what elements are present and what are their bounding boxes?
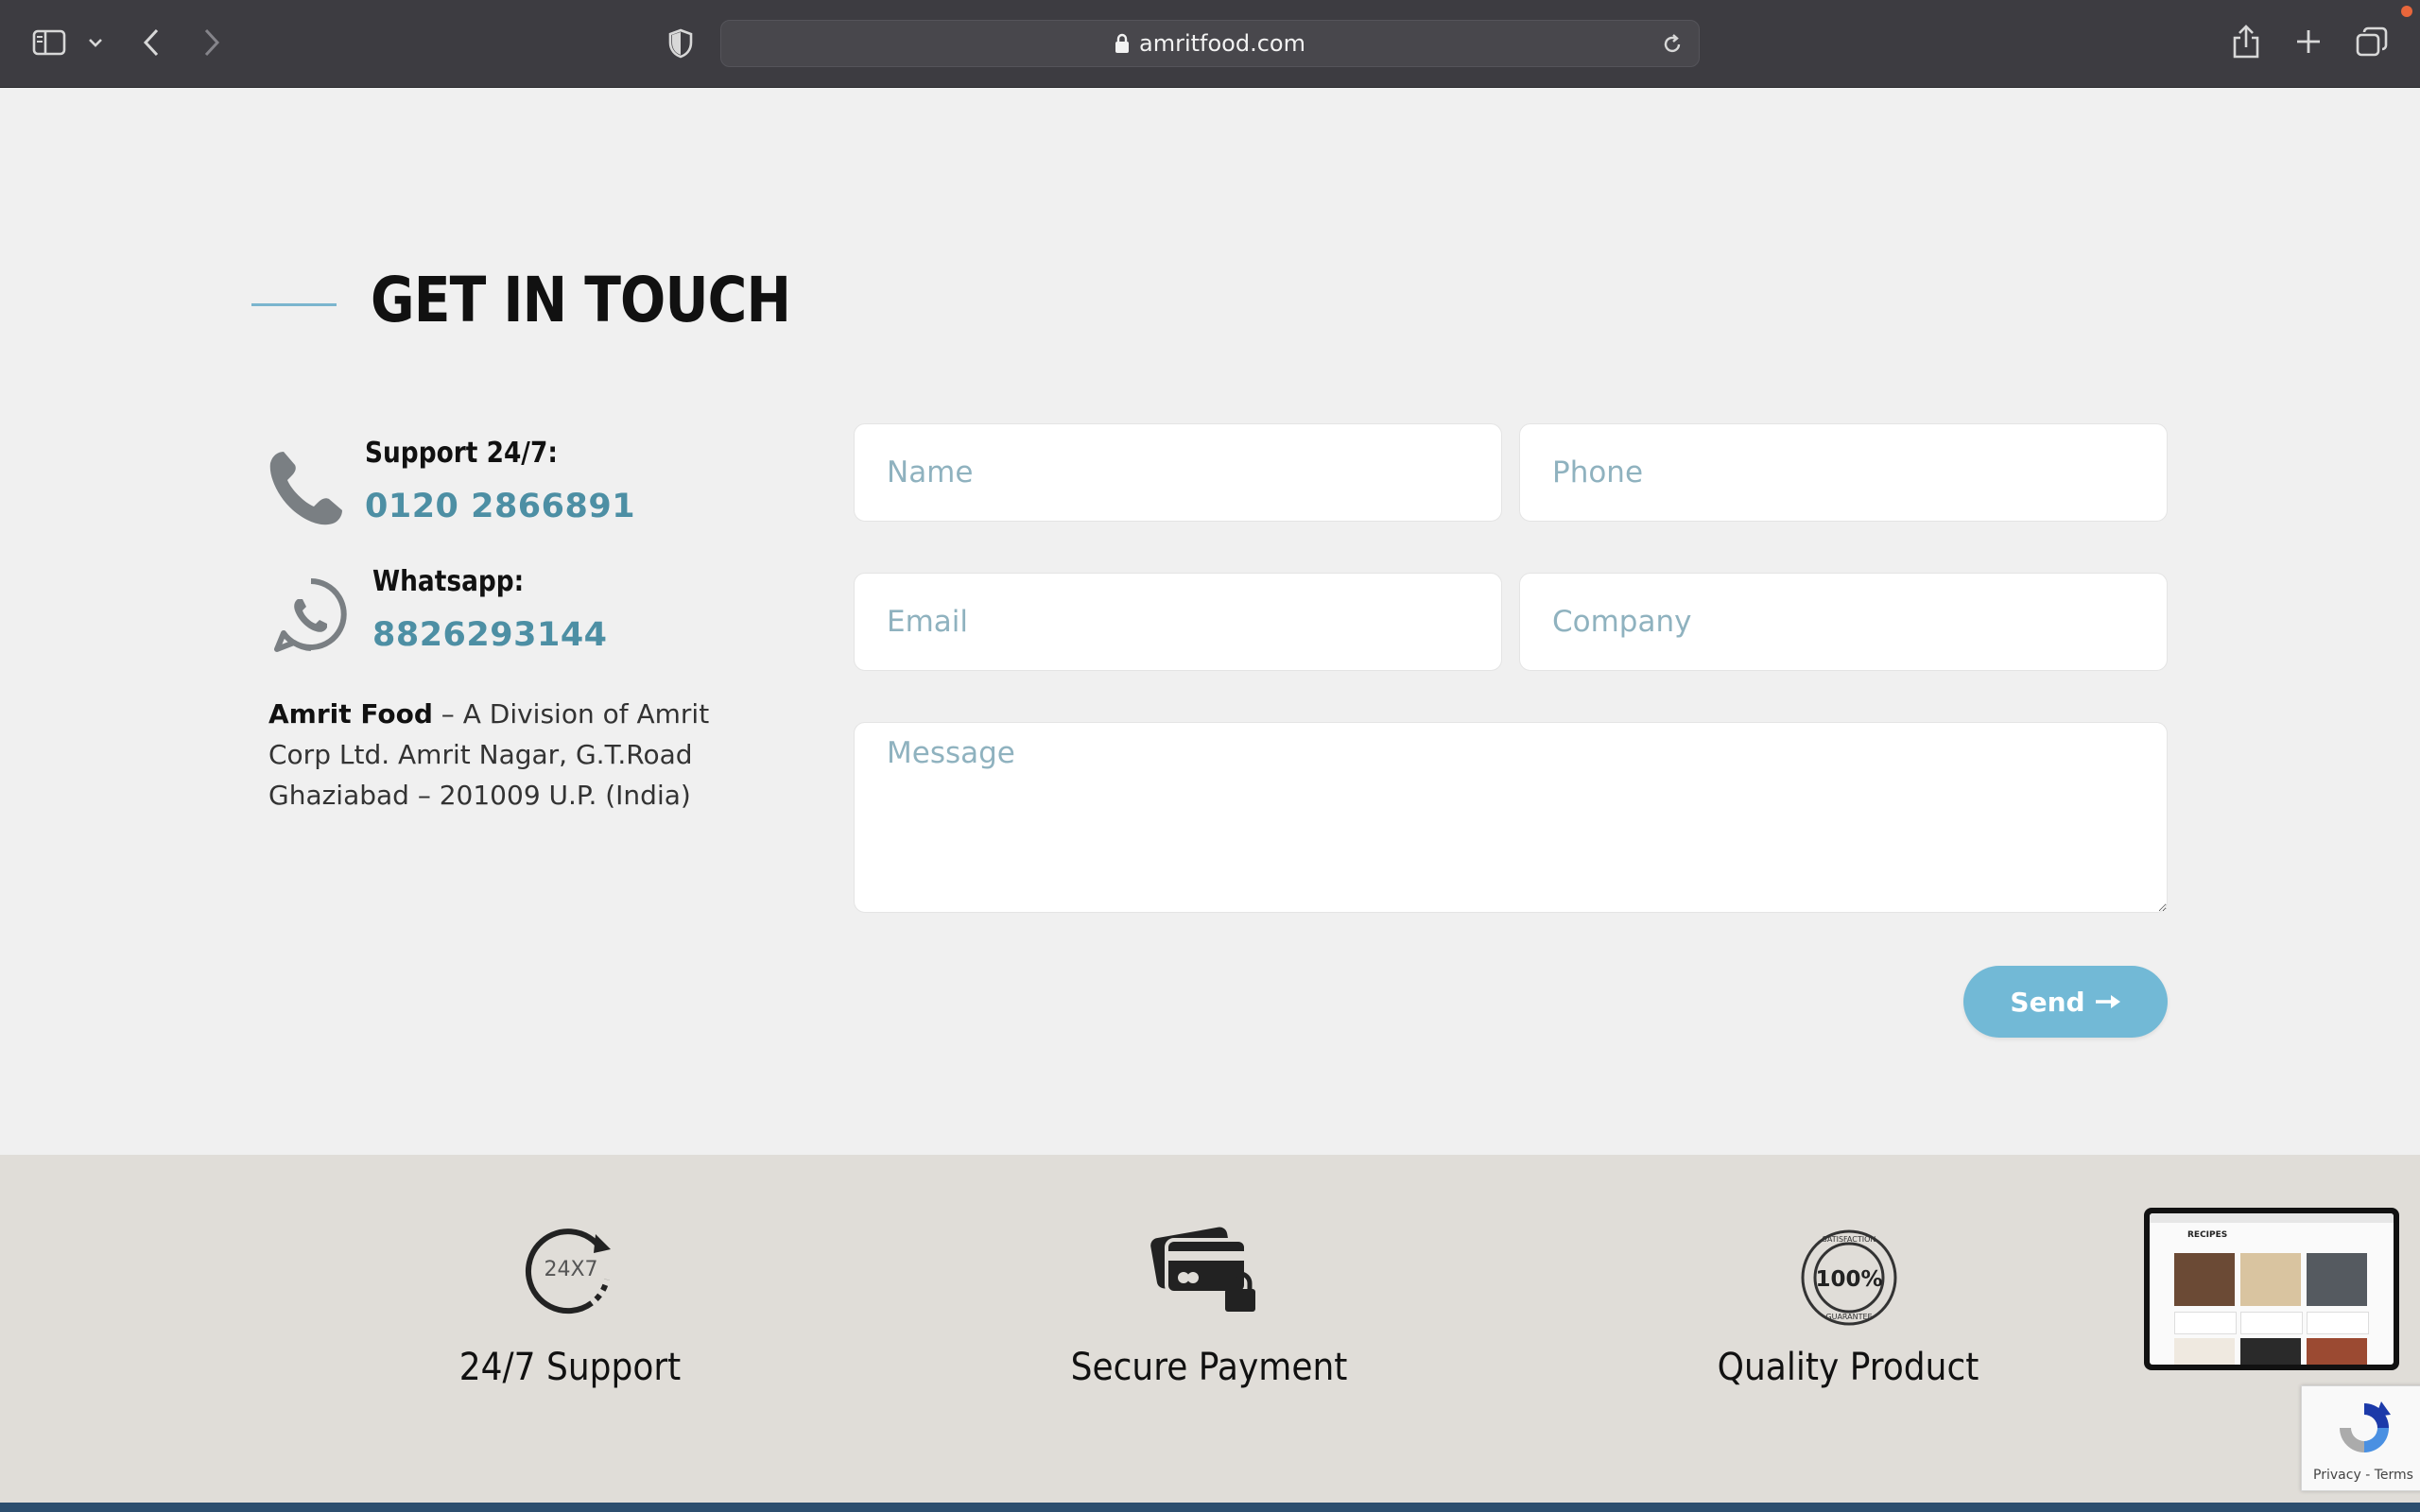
new-tab-plus-icon[interactable] xyxy=(2295,28,2322,55)
recaptcha-logo-icon xyxy=(2334,1398,2394,1463)
address-bar[interactable]: amritfood.com xyxy=(720,20,1700,67)
phone-icon xyxy=(267,448,346,532)
feature-title: Secure Payment xyxy=(1070,1346,1348,1389)
title-accent-line xyxy=(251,303,337,306)
send-button-label: Send xyxy=(2010,986,2085,1018)
tab-overview-icon[interactable] xyxy=(2356,26,2388,57)
chevron-down-icon[interactable] xyxy=(87,34,104,51)
section-title: GET IN TOUCH xyxy=(371,264,791,336)
arrow-right-icon xyxy=(2095,995,2120,1008)
email-input[interactable] xyxy=(854,573,1502,671)
address-line: Ghaziabad – 201009 U.P. (India) xyxy=(268,780,691,811)
company-input[interactable] xyxy=(1519,573,2168,671)
url-text: amritfood.com xyxy=(1139,30,1305,57)
secure-card-lock-icon xyxy=(1150,1219,1267,1318)
footer-strip xyxy=(0,1503,2420,1512)
thumbnail-heading: RECIPES xyxy=(2187,1230,2228,1240)
send-button[interactable]: Send xyxy=(1963,966,2168,1038)
share-icon[interactable] xyxy=(2231,25,2261,60)
reload-icon[interactable] xyxy=(1661,33,1684,56)
video-thumbnail-popup[interactable]: RECIPES xyxy=(2144,1208,2399,1370)
company-address: Amrit Food – A Division of Amrit Corp Lt… xyxy=(268,694,741,816)
lock-icon xyxy=(1115,33,1130,53)
recaptcha-terms-link[interactable]: Terms xyxy=(2375,1468,2413,1483)
whatsapp-number-link[interactable]: 8826293144 xyxy=(372,616,608,654)
24x7-clock-icon: 24X7 xyxy=(524,1221,618,1320)
name-input[interactable] xyxy=(854,423,1502,522)
privacy-shield-icon[interactable] xyxy=(667,28,694,59)
features-band: 24X7 24/7 Support Secure Payment 100% SA… xyxy=(0,1155,2420,1503)
whatsapp-label: Whatsapp: xyxy=(372,565,525,598)
recaptcha-separator: - xyxy=(2360,1468,2375,1483)
badge-text: 100% xyxy=(1815,1267,1882,1292)
address-line: – A Division of Amrit xyxy=(432,698,710,730)
forward-arrow-icon[interactable] xyxy=(200,26,223,59)
notification-dot xyxy=(2401,6,2412,17)
support-label: Support 24/7: xyxy=(365,437,558,470)
message-textarea[interactable] xyxy=(854,722,2168,913)
icon-text: 24X7 xyxy=(544,1258,597,1281)
support-phone-link[interactable]: 0120 2866891 xyxy=(365,488,635,525)
satisfaction-guarantee-badge-icon: 100% SATISFACTION GUARANTEE xyxy=(1800,1228,1898,1332)
feature-title: Quality Product xyxy=(1717,1346,1979,1389)
phone-input[interactable] xyxy=(1519,423,2168,522)
whatsapp-icon xyxy=(272,576,350,659)
badge-ring-text: SATISFACTION xyxy=(1823,1235,1876,1244)
sidebar-toggle-icon[interactable] xyxy=(32,28,66,57)
feature-title: 24/7 Support xyxy=(458,1346,682,1389)
address-line: Corp Ltd. Amrit Nagar, G.T.Road xyxy=(268,739,693,770)
browser-toolbar: amritfood.com xyxy=(0,0,2420,88)
recaptcha-badge[interactable]: Privacy - Terms xyxy=(2301,1385,2420,1491)
company-name: Amrit Food xyxy=(268,698,433,730)
back-arrow-icon[interactable] xyxy=(140,26,163,59)
badge-ring-text: GUARANTEE xyxy=(1825,1313,1872,1321)
recaptcha-privacy-link[interactable]: Privacy xyxy=(2313,1468,2361,1483)
